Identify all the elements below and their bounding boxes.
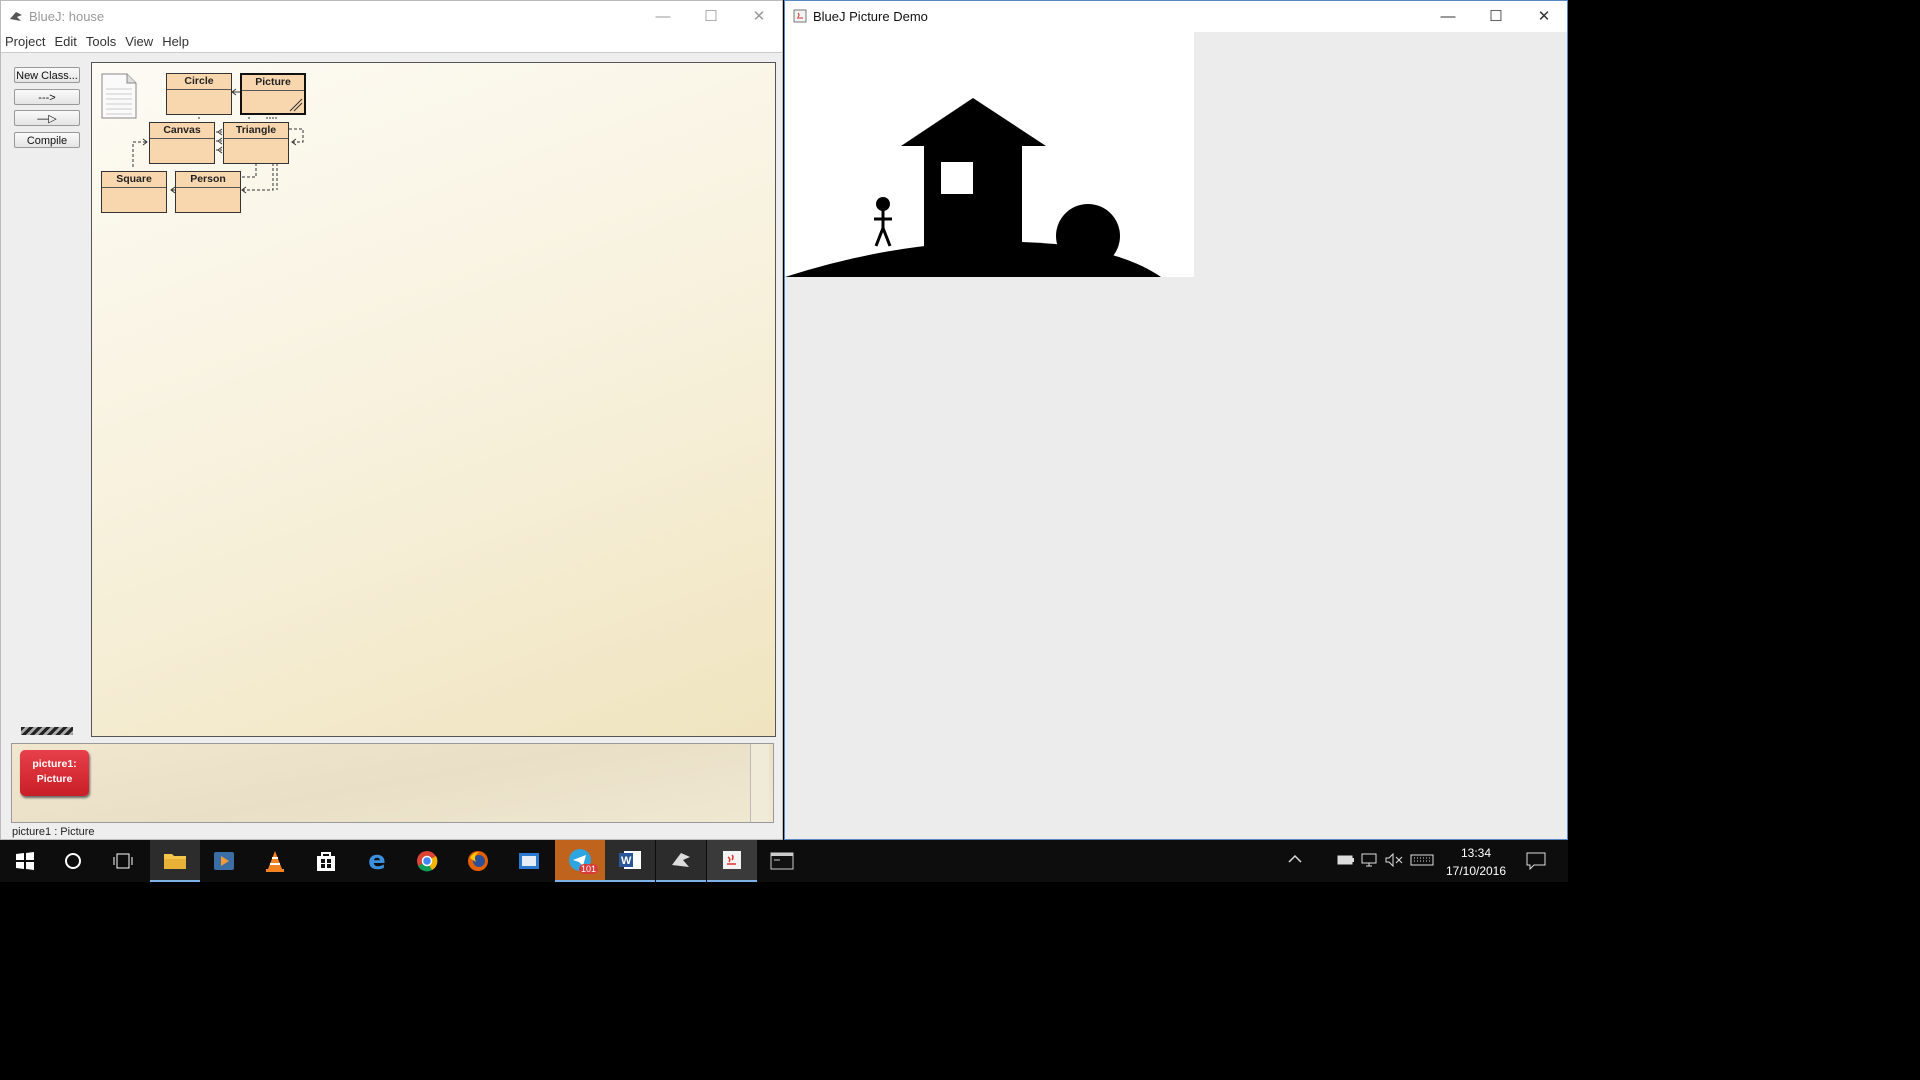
app-window-icon bbox=[519, 853, 539, 869]
taskbar-bluej[interactable] bbox=[656, 840, 706, 882]
clock-date: 17/10/2016 bbox=[1445, 864, 1507, 878]
cortana-button[interactable] bbox=[48, 840, 98, 882]
object-type: Picture bbox=[36, 773, 73, 785]
edge-icon: e bbox=[368, 846, 386, 876]
taskbar-java[interactable] bbox=[707, 840, 757, 882]
executable-marker-icon bbox=[289, 98, 303, 112]
class-person[interactable]: Person bbox=[175, 171, 241, 213]
maximize-button[interactable]: ☐ bbox=[688, 1, 734, 32]
task-view-button[interactable] bbox=[98, 840, 148, 882]
menu-help[interactable]: Help bbox=[158, 32, 194, 49]
store-bag-icon bbox=[317, 852, 335, 871]
java-cup-icon bbox=[723, 851, 741, 869]
taskbar-word[interactable]: W bbox=[605, 840, 655, 882]
taskbar-telegram[interactable]: 101 bbox=[555, 840, 605, 882]
object-picture1[interactable]: picture1: Picture bbox=[20, 750, 89, 796]
menu-tools[interactable]: Tools bbox=[82, 32, 121, 49]
window-title: BlueJ: house bbox=[29, 9, 105, 24]
object-name: picture1: bbox=[32, 758, 77, 770]
keyboard-icon[interactable] bbox=[1410, 854, 1434, 869]
chrome-icon bbox=[417, 851, 438, 872]
drawing-canvas bbox=[785, 32, 1194, 277]
firefox-icon bbox=[468, 851, 488, 871]
demo-window-title: BlueJ Picture Demo bbox=[813, 9, 928, 24]
bluej-titlebar[interactable]: BlueJ: house — ☐ ✕ bbox=[1, 1, 782, 32]
telegram-badge: 101 bbox=[579, 864, 599, 874]
cortana-circle-icon bbox=[65, 853, 81, 869]
battery-icon[interactable] bbox=[1337, 854, 1355, 869]
picture-demo-window: BlueJ Picture Demo — ☐ ✕ bbox=[784, 0, 1568, 840]
class-picture[interactable]: Picture bbox=[240, 73, 306, 115]
taskbar-media-player[interactable] bbox=[199, 840, 249, 882]
task-view-icon bbox=[113, 853, 133, 869]
class-circle[interactable]: Circle bbox=[166, 73, 232, 115]
clock[interactable]: 13:34 17/10/2016 bbox=[1440, 844, 1512, 880]
demo-maximize-button[interactable]: ☐ bbox=[1473, 1, 1519, 32]
vlc-cone-icon bbox=[266, 851, 284, 872]
class-canvas[interactable]: Canvas bbox=[149, 122, 215, 164]
windows-taskbar: e 101 W 13:34 17/10/2016 bbox=[0, 840, 1568, 882]
taskbar-firefox[interactable] bbox=[453, 840, 503, 882]
uses-arrow-button[interactable]: ---> bbox=[14, 89, 80, 105]
taskbar-vlc[interactable] bbox=[250, 840, 300, 882]
house-window bbox=[941, 162, 973, 194]
bluej-bird-icon bbox=[672, 853, 690, 867]
class-circle-name: Circle bbox=[167, 74, 231, 90]
class-person-name: Person bbox=[176, 172, 240, 188]
network-icon[interactable] bbox=[1361, 853, 1379, 870]
bluej-window: BlueJ: house — ☐ ✕ Project Edit Tools View H… bbox=[0, 0, 783, 840]
bench-scrollbar[interactable] bbox=[750, 744, 769, 822]
action-center-icon[interactable] bbox=[1526, 852, 1546, 873]
media-player-icon bbox=[214, 852, 234, 870]
readme-file-icon[interactable] bbox=[101, 73, 137, 119]
person-figure bbox=[874, 197, 892, 247]
terminal-icon bbox=[770, 852, 794, 870]
class-canvas-name: Canvas bbox=[150, 123, 214, 139]
taskbar-edge[interactable]: e bbox=[352, 840, 402, 882]
clock-time: 13:34 bbox=[1460, 846, 1492, 860]
demo-close-button[interactable]: ✕ bbox=[1521, 1, 1567, 32]
taskbar-file-explorer[interactable] bbox=[150, 840, 200, 882]
menu-edit[interactable]: Edit bbox=[50, 32, 81, 49]
class-triangle-name: Triangle bbox=[224, 123, 288, 139]
class-diagram[interactable]: Circle Picture Canvas Triangle Square Pe… bbox=[91, 62, 776, 737]
house-wall bbox=[924, 146, 1022, 246]
taskbar-terminal[interactable] bbox=[757, 840, 807, 882]
inherit-arrow-button[interactable]: —▷ bbox=[14, 110, 80, 126]
class-picture-name: Picture bbox=[242, 75, 304, 91]
demo-titlebar[interactable]: BlueJ Picture Demo — ☐ ✕ bbox=[785, 1, 1567, 32]
taskbar-store[interactable] bbox=[301, 840, 351, 882]
menu-view[interactable]: View bbox=[121, 32, 158, 49]
house-scene bbox=[785, 98, 1161, 277]
object-bench: picture1: Picture bbox=[11, 743, 774, 823]
taskbar-app-window[interactable] bbox=[504, 840, 554, 882]
compile-button[interactable]: Compile bbox=[14, 132, 80, 148]
class-triangle[interactable]: Triangle bbox=[223, 122, 289, 164]
class-square-name: Square bbox=[102, 172, 166, 188]
windows-logo-icon bbox=[16, 852, 34, 870]
minimize-button[interactable]: — bbox=[640, 1, 686, 32]
sun-circle bbox=[1056, 204, 1120, 268]
close-button[interactable]: ✕ bbox=[736, 1, 782, 32]
machine-status-indicator bbox=[21, 727, 73, 735]
new-class-button[interactable]: New Class... bbox=[14, 67, 80, 83]
bluej-bird-icon bbox=[9, 9, 23, 23]
volume-muted-icon[interactable] bbox=[1385, 852, 1403, 870]
svg-text:W: W bbox=[621, 855, 632, 867]
start-button[interactable] bbox=[0, 840, 50, 882]
taskbar-chrome[interactable] bbox=[402, 840, 452, 882]
word-icon: W bbox=[619, 851, 641, 869]
show-hidden-icons-chevron-icon[interactable] bbox=[1288, 852, 1302, 867]
status-bar: picture1 : Picture bbox=[12, 826, 95, 838]
folder-icon bbox=[164, 854, 186, 869]
demo-minimize-button[interactable]: — bbox=[1425, 1, 1471, 32]
class-square[interactable]: Square bbox=[101, 171, 167, 213]
menu-project[interactable]: Project bbox=[1, 32, 50, 49]
menu-bar: Project Edit Tools View Help bbox=[1, 32, 782, 53]
house-roof bbox=[901, 98, 1046, 146]
java-app-icon bbox=[793, 9, 807, 23]
